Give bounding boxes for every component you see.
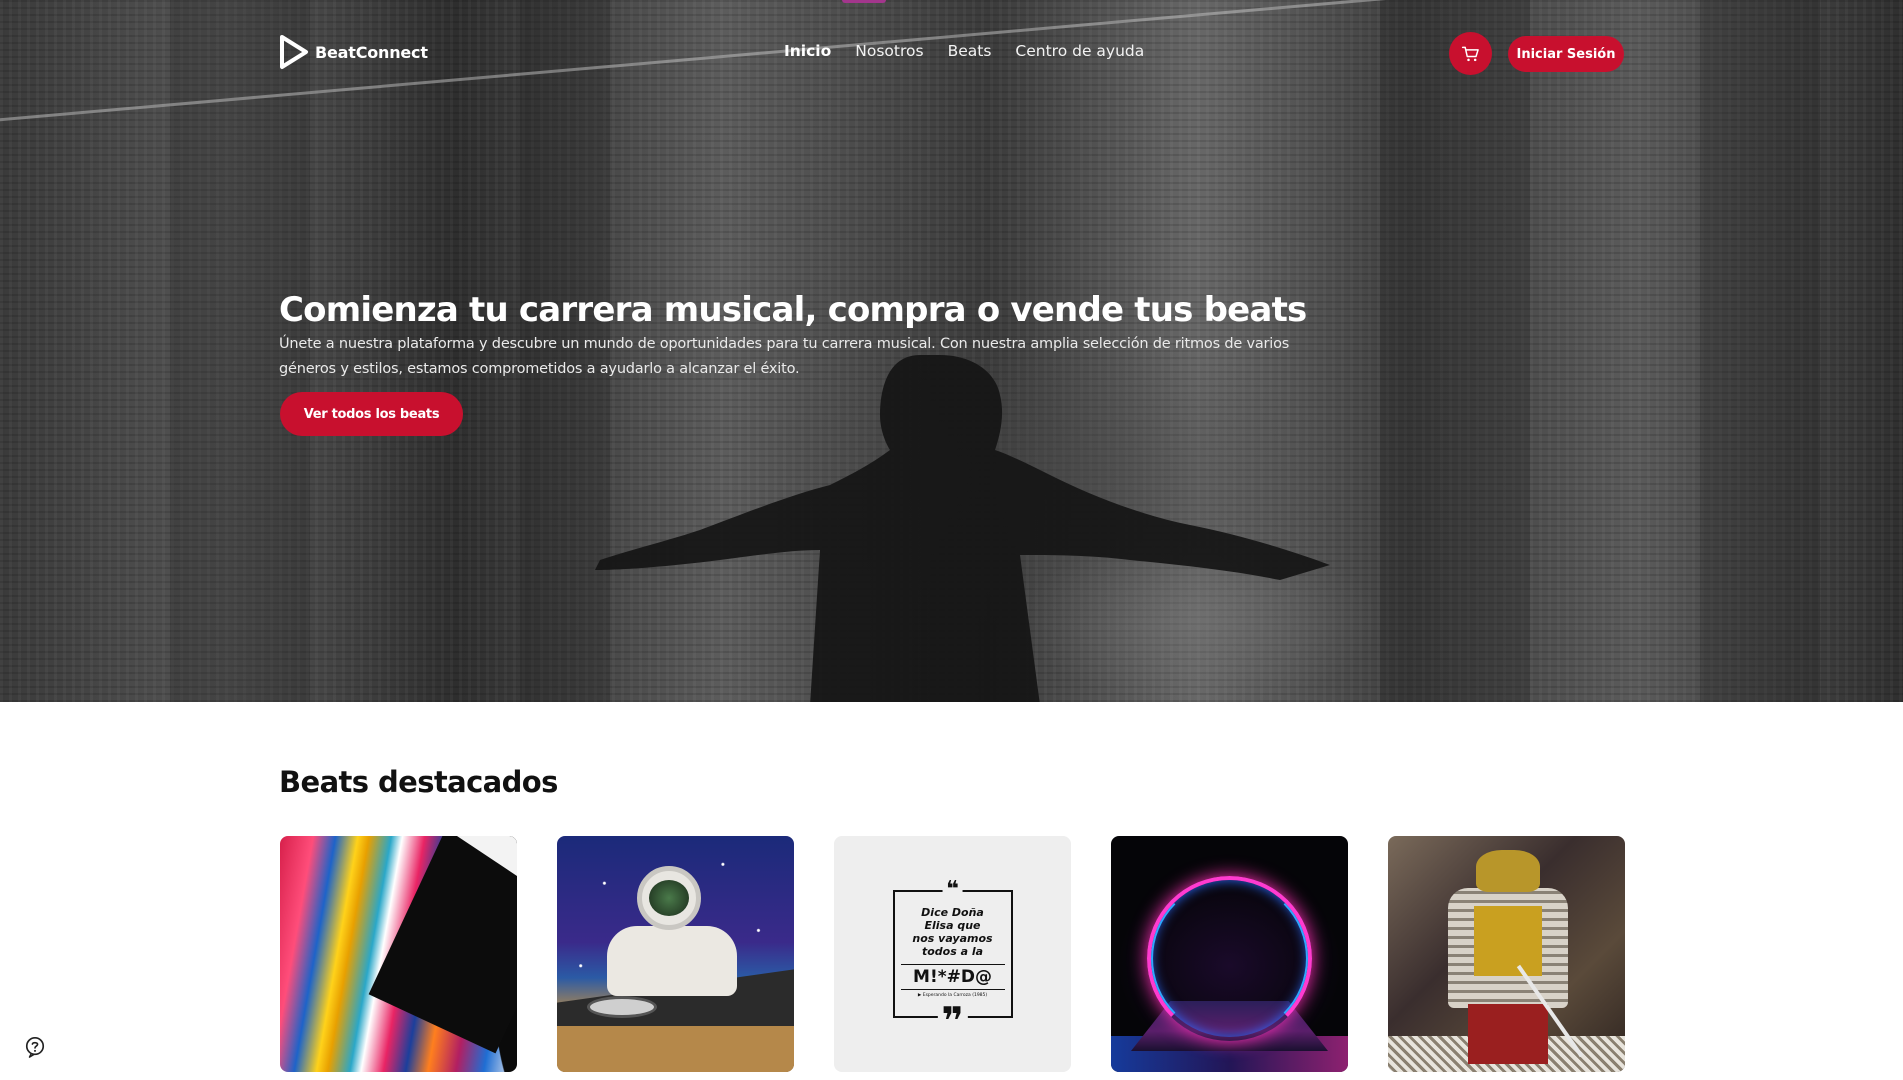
hero-background-pillar bbox=[1700, 0, 1820, 702]
performer-silhouette bbox=[595, 355, 1330, 702]
quote-frame: ❝ Dice Doña Elisa que nos vayamos todos … bbox=[892, 879, 1013, 1040]
quote-line: todos a la bbox=[921, 945, 984, 958]
cart-button[interactable] bbox=[1449, 32, 1492, 75]
brand-name: BeatConnect bbox=[315, 42, 428, 62]
hero-background-pillar bbox=[1380, 0, 1530, 702]
open-quote-mark: ❝ bbox=[942, 879, 963, 901]
hero-title-regular: Comienza tu carrera musical, bbox=[279, 290, 817, 330]
astronaut-body bbox=[607, 926, 737, 996]
cart-icon bbox=[1461, 46, 1479, 61]
hero-title-bold: compra o vende tus beats bbox=[827, 290, 1308, 330]
table bbox=[557, 1026, 794, 1072]
hero-description: Únete a nuestra plataforma y descubre un… bbox=[279, 336, 1290, 377]
samurai-helmet bbox=[1476, 850, 1540, 892]
view-all-beats-button[interactable]: Ver todos los beats bbox=[280, 392, 463, 436]
help-circle-icon[interactable] bbox=[24, 1036, 46, 1058]
top-navbar: BeatConnect Inicio Nosotros Beats Centro… bbox=[0, 0, 1903, 104]
hero-title: Comienza tu carrera musical, compra o ve… bbox=[279, 290, 1308, 330]
quote-citation: ▶ Esperando la Carroza (1985) bbox=[917, 993, 988, 998]
neon-arch-inner bbox=[1151, 880, 1308, 1037]
quote-line: Dice Doña bbox=[921, 906, 984, 919]
nav-link-inicio[interactable]: Inicio bbox=[784, 42, 831, 60]
featured-beats-list: ❝ Dice Doña Elisa que nos vayamos todos … bbox=[280, 836, 1625, 1072]
beat-card-quote-poster[interactable]: ❝ Dice Doña Elisa que nos vayamos todos … bbox=[834, 836, 1071, 1072]
samurai-legs bbox=[1468, 1004, 1548, 1064]
samurai-sash bbox=[1474, 906, 1542, 976]
beat-card-neon-arch[interactable] bbox=[1111, 836, 1348, 1072]
turntable-platter bbox=[587, 996, 657, 1018]
play-logo-icon bbox=[280, 35, 308, 69]
astronaut-visor bbox=[649, 880, 689, 916]
quote-line: nos vayamos bbox=[912, 932, 993, 945]
nav-link-centro-de-ayuda[interactable]: Centro de ayuda bbox=[1015, 42, 1144, 60]
nav-link-beats[interactable]: Beats bbox=[948, 42, 992, 60]
beat-card-paint-drip[interactable] bbox=[280, 836, 517, 1072]
quote-word: M!*#D@ bbox=[900, 964, 1005, 990]
main-menu: Inicio Nosotros Beats Centro de ayuda bbox=[784, 42, 1144, 60]
featured-section-title: Beats destacados bbox=[279, 765, 558, 799]
login-button[interactable]: Iniciar Sesión bbox=[1508, 36, 1624, 72]
featured-title-regular: Beats bbox=[279, 765, 369, 799]
beat-card-astronaut-dj[interactable] bbox=[557, 836, 794, 1072]
featured-title-bold: destacados bbox=[377, 765, 558, 799]
close-quote-mark: ❞ bbox=[937, 1002, 968, 1040]
brand-logo[interactable]: BeatConnect bbox=[279, 34, 428, 70]
beat-card-samurai[interactable] bbox=[1388, 836, 1625, 1072]
nav-link-nosotros[interactable]: Nosotros bbox=[855, 42, 923, 60]
quote-line: Elisa que bbox=[924, 919, 981, 932]
